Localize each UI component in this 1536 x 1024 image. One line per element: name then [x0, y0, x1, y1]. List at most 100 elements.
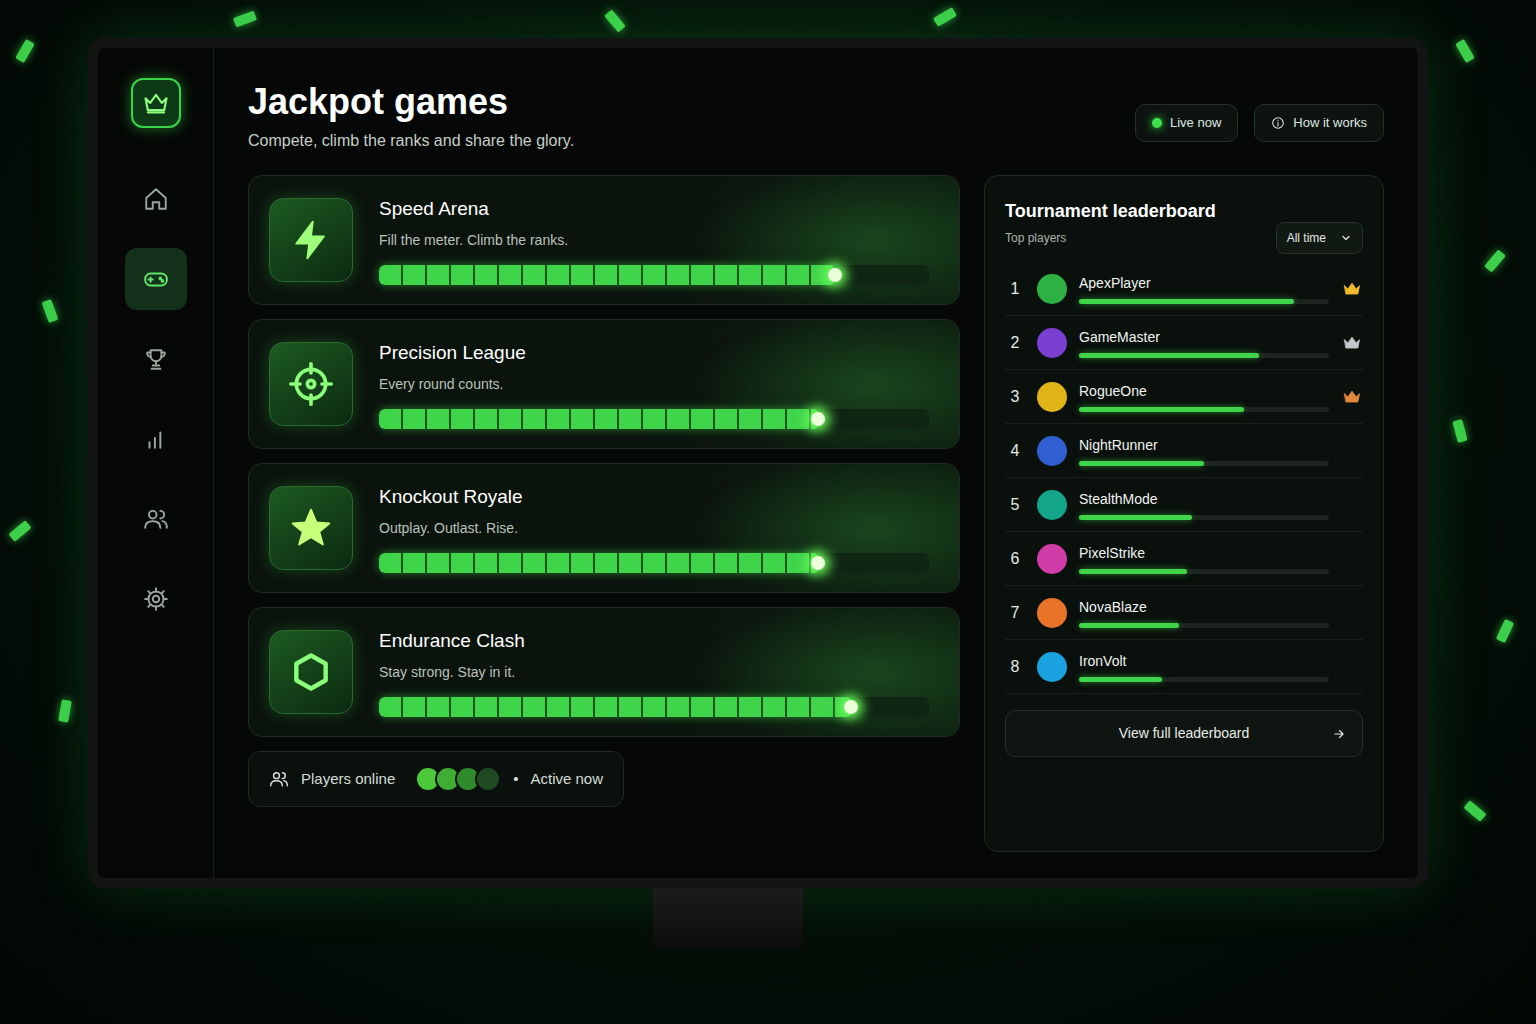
score-bar-fill: [1079, 461, 1204, 466]
how-it-works-button[interactable]: How it works: [1254, 104, 1384, 142]
player-info: NovaBlaze: [1079, 597, 1329, 628]
game-meter: [379, 553, 929, 573]
score-bar-fill: [1079, 299, 1294, 304]
game-icon-box: [269, 486, 353, 570]
score-bar: [1079, 569, 1329, 574]
crown-icon: [1342, 333, 1362, 353]
live-label: Live now: [1170, 113, 1221, 133]
player-name: RogueOne: [1079, 381, 1329, 402]
gear-icon: [143, 586, 169, 612]
content-row: Speed ArenaFill the meter. Climb the ran…: [248, 175, 1384, 852]
player-info: ApexPlayer: [1079, 273, 1329, 304]
game-tagline: Outplay. Outlast. Rise.: [379, 518, 929, 539]
game-meter-fill: [379, 409, 819, 429]
view-full-leaderboard-button[interactable]: View full leaderboard: [1005, 710, 1363, 757]
sidebar-item[interactable]: [125, 568, 187, 630]
crown-icon: [1342, 279, 1362, 299]
game-title: Speed Arena: [379, 195, 929, 224]
player-avatar: [1037, 274, 1067, 304]
score-bar-fill: [1079, 569, 1187, 574]
sidebar-item[interactable]: [125, 168, 187, 230]
view-full-leaderboard-label[interactable]: View full leaderboard: [1119, 723, 1250, 744]
player-name: NightRunner: [1079, 435, 1329, 456]
leaderboard-row[interactable]: 6PixelStrike: [1005, 532, 1363, 586]
score-bar: [1079, 299, 1329, 304]
page-subtitle: Compete, climb the ranks and share the g…: [248, 129, 574, 153]
score-bar: [1079, 623, 1329, 628]
player-avatar: [1037, 652, 1067, 682]
rank-number: 1: [1005, 277, 1025, 301]
score-bar: [1079, 461, 1329, 466]
how-it-works-label[interactable]: How it works: [1293, 113, 1367, 133]
game-meter-fill: [379, 697, 852, 717]
game-card[interactable]: Endurance Clash Stay strong. Stay in it.: [248, 607, 960, 737]
period-label[interactable]: All time: [1287, 229, 1326, 247]
star-icon: [289, 506, 333, 550]
game-body: Endurance Clash Stay strong. Stay in it.: [379, 627, 939, 717]
game-meter-fill: [379, 265, 836, 285]
game-body: Speed ArenaFill the meter. Climb the ran…: [379, 195, 939, 285]
leaderboard-row[interactable]: 7 NovaBlaze: [1005, 586, 1363, 640]
players-online-bar: Players online•Active now: [248, 751, 624, 807]
crosshair-icon: [289, 362, 333, 406]
live-dot: [1152, 118, 1162, 128]
info-icon: [1271, 116, 1285, 130]
game-card[interactable]: Precision LeagueEvery round counts.: [248, 319, 960, 449]
game-title: Endurance Clash: [379, 627, 929, 656]
sidebar-item[interactable]: [125, 328, 187, 390]
player-avatar: [475, 766, 501, 792]
player-name: ApexPlayer: [1079, 273, 1329, 294]
crown-icon: [1342, 387, 1362, 407]
game-tagline: Stay strong. Stay in it.: [379, 662, 929, 683]
live-indicator: Live now: [1135, 104, 1238, 142]
page-title: Jackpot games: [248, 80, 574, 123]
game-meter: [379, 409, 929, 429]
bar-chart-icon: [143, 426, 169, 452]
player-avatar: [1037, 382, 1067, 412]
leaderboard-header: Tournament leaderboardTop playersAll tim…: [1005, 198, 1363, 254]
sidebar-item[interactable]: [125, 488, 187, 550]
rank-number: 8: [1005, 655, 1025, 679]
score-bar-fill: [1079, 353, 1259, 358]
app-logo[interactable]: [131, 78, 181, 128]
game-icon-box: [269, 630, 353, 714]
score-bar-fill: [1079, 623, 1179, 628]
sidebar-item[interactable]: [125, 408, 187, 470]
player-info: GameMaster: [1079, 327, 1329, 358]
rank-number: 7: [1005, 601, 1025, 625]
leaderboard-row[interactable]: 8IronVolt: [1005, 640, 1363, 694]
game-card[interactable]: Knockout RoyaleOutplay. Outlast. Rise.: [248, 463, 960, 593]
separator-dot: •: [513, 768, 518, 791]
games-list: Speed ArenaFill the meter. Climb the ran…: [248, 175, 960, 852]
leaderboard-row[interactable]: 2 GameMaster: [1005, 316, 1363, 370]
page-header: Jackpot games Compete, climb the ranks an…: [248, 80, 1384, 153]
chevron-down-icon: [1340, 232, 1352, 244]
trophy-icon: [143, 346, 169, 372]
users-icon: [269, 769, 289, 789]
score-bar: [1079, 353, 1329, 358]
period-dropdown[interactable]: All time: [1276, 222, 1363, 254]
player-info: PixelStrike: [1079, 543, 1329, 574]
player-info: RogueOne: [1079, 381, 1329, 412]
rank-number: 4: [1005, 439, 1025, 463]
leaderboard-row[interactable]: 5StealthMode: [1005, 478, 1363, 532]
game-body: Precision LeagueEvery round counts.: [379, 339, 939, 429]
player-name: NovaBlaze: [1079, 597, 1329, 618]
score-bar: [1079, 515, 1329, 520]
leaderboard-title: Tournament leaderboard: [1005, 198, 1216, 225]
score-bar-fill: [1079, 407, 1244, 412]
leaderboard-row[interactable]: 4 NightRunner: [1005, 424, 1363, 478]
leaderboard-row[interactable]: 3RogueOne: [1005, 370, 1363, 424]
game-card[interactable]: Speed ArenaFill the meter. Climb the ran…: [248, 175, 960, 305]
gamepad-icon: [143, 266, 169, 292]
sidebar-item[interactable]: [125, 248, 187, 310]
game-icon-box: [269, 342, 353, 426]
game-body: Knockout RoyaleOutplay. Outlast. Rise.: [379, 483, 939, 573]
crown-slot: [1341, 387, 1363, 407]
arrow-right-icon: [1332, 727, 1346, 741]
crown-slot: [1341, 333, 1363, 353]
home-icon: [143, 186, 169, 212]
leaderboard-row[interactable]: 1 ApexPlayer: [1005, 262, 1363, 316]
header-actions: Live now How it works: [1135, 104, 1384, 142]
rank-number: 2: [1005, 331, 1025, 355]
